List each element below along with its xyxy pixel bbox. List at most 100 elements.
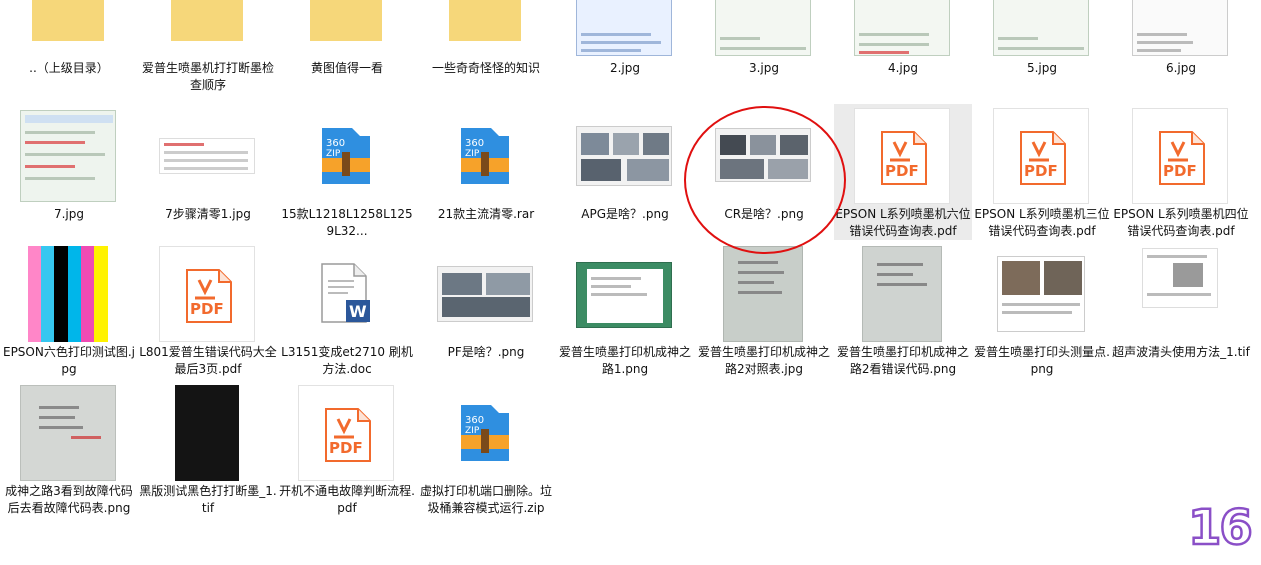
file-item-folder[interactable]: 爱普生喷墨机打打断墨检查顺序 (139, 0, 277, 98)
file-item-image[interactable]: 6.jpg (1112, 0, 1250, 98)
image-thumbnail (20, 108, 116, 204)
file-item-zip[interactable]: 360 ZIP 虚拟打印机端口删除。垃圾桶兼容模式运行.zip (417, 385, 555, 521)
svg-text:ZIP: ZIP (326, 149, 341, 159)
file-item-image[interactable]: 2.jpg (556, 0, 694, 98)
image-thumbnail (576, 0, 672, 58)
file-item-image[interactable]: 爱普生喷墨打印机成神之路1.png (556, 246, 694, 382)
file-item-image[interactable]: EPSON六色打印测试图.jpg (0, 246, 138, 382)
svg-text:ZIP: ZIP (465, 149, 480, 159)
file-item-image[interactable]: 4.jpg (834, 0, 972, 98)
svg-text:360: 360 (465, 415, 484, 426)
file-item-image[interactable]: 超声波清头使用方法_1.tif (1112, 246, 1250, 382)
image-thumbnail (715, 246, 811, 342)
file-label: APG是啥？.png (581, 207, 669, 221)
file-item-pdf-selected[interactable]: PDF EPSON L系列喷墨机六位错误代码查询表.pdf (834, 104, 972, 240)
image-thumbnail (993, 246, 1089, 342)
svg-text:PDF: PDF (1024, 162, 1058, 180)
pdf-icon: PDF (159, 246, 255, 342)
file-label: 黑版测试黑色打打断墨_1.tif (139, 484, 277, 515)
file-grid: ..（上级目录） 爱普生喷墨机打打断墨检查顺序 黄图值得一看 一些奇奇怪怪的知识… (0, 0, 1261, 565)
folder-icon (20, 0, 116, 58)
file-label: L3151变成et2710 刷机方法.doc (281, 345, 413, 376)
file-item-image[interactable]: 黑版测试黑色打打断墨_1.tif (139, 385, 277, 521)
image-thumbnail (576, 246, 672, 342)
image-thumbnail (854, 246, 950, 342)
pdf-icon: PDF (1132, 108, 1228, 204)
image-thumbnail (1132, 0, 1228, 58)
file-item-image[interactable]: 爱普生喷墨打印机成神之路2对照表.jpg (695, 246, 833, 382)
file-label: 爱普生喷墨打印头测量点.png (974, 345, 1110, 376)
color-bars-thumbnail (20, 246, 116, 342)
file-label: PF是啥？.png (447, 345, 525, 359)
file-label: 7.jpg (53, 207, 85, 221)
file-item-folder[interactable]: 黄图值得一看 (278, 0, 416, 98)
file-item-zip[interactable]: 360 ZIP 21款主流清零.rar (417, 108, 555, 244)
image-thumbnail (993, 0, 1089, 58)
file-item-image[interactable]: 7步骤清零1.jpg (139, 108, 277, 244)
file-item-doc[interactable]: W L3151变成et2710 刷机方法.doc (278, 246, 416, 382)
image-thumbnail (576, 108, 672, 204)
file-item-image[interactable]: 7.jpg (0, 108, 138, 244)
file-item-image[interactable]: 5.jpg (973, 0, 1111, 98)
file-item-folder[interactable]: 一些奇奇怪怪的知识 (417, 0, 555, 98)
image-thumbnail (715, 0, 811, 58)
file-item-zip[interactable]: 360 ZIP 15款L1218L1258L1259L32... (278, 108, 416, 244)
file-label: 爱普生喷墨机打打断墨检查顺序 (141, 61, 274, 92)
file-label: 15款L1218L1258L1259L32... (281, 207, 413, 238)
black-image-thumbnail (159, 385, 255, 481)
zip-icon: 360 ZIP (437, 385, 533, 481)
file-label: L801爱普生错误代码大全最后3页.pdf (139, 345, 277, 376)
image-thumbnail (20, 385, 116, 481)
zip-icon: 360 ZIP (437, 108, 533, 204)
file-item-image[interactable]: 成神之路3看到故障代码后去看故障代码表.png (0, 385, 138, 521)
folder-icon (159, 0, 255, 58)
file-label: 爱普生喷墨打印机成神之路2对照表.jpg (697, 345, 830, 376)
file-label: 2.jpg (609, 61, 641, 75)
file-item-pdf[interactable]: PDF L801爱普生错误代码大全最后3页.pdf (139, 246, 277, 382)
word-doc-icon: W (298, 246, 394, 342)
file-label: EPSON六色打印测试图.jpg (2, 345, 135, 376)
file-item-image[interactable]: 爱普生喷墨打印机成神之路2看错误代码.png (834, 246, 972, 382)
file-label: 爱普生喷墨打印机成神之路1.png (558, 345, 691, 376)
file-label: 爱普生喷墨打印机成神之路2看错误代码.png (836, 345, 969, 376)
file-item-image[interactable]: PF是啥？.png (417, 246, 555, 382)
file-label: 4.jpg (887, 61, 919, 75)
file-label: 6.jpg (1165, 61, 1197, 75)
svg-text:W: W (349, 302, 367, 321)
file-label: CR是啥？.png (724, 207, 804, 221)
file-label: 成神之路3看到故障代码后去看故障代码表.png (5, 484, 133, 515)
file-label: ..（上级目录） (29, 61, 109, 75)
pdf-icon: PDF (854, 108, 950, 204)
pdf-icon: PDF (993, 108, 1089, 204)
file-item-pdf[interactable]: PDF EPSON L系列喷墨机三位错误代码查询表.pdf (973, 108, 1111, 244)
svg-text:PDF: PDF (329, 439, 363, 457)
folder-icon (437, 0, 533, 58)
file-label: 21款主流清零.rar (437, 207, 535, 221)
file-label: 5.jpg (1026, 61, 1058, 75)
svg-text:360: 360 (465, 138, 484, 149)
file-label: 7步骤清零1.jpg (165, 207, 251, 221)
zip-icon: 360 ZIP (298, 108, 394, 204)
svg-text:360: 360 (326, 138, 345, 149)
file-item-image[interactable]: 3.jpg (695, 0, 833, 98)
svg-text:PDF: PDF (885, 162, 919, 180)
file-label: 超声波清头使用方法_1.tif (1112, 345, 1250, 359)
file-label: 虚拟打印机端口删除。垃圾桶兼容模式运行.zip (419, 484, 552, 515)
file-label: 黄图值得一看 (310, 61, 383, 75)
svg-text:PDF: PDF (190, 300, 224, 318)
file-item-image[interactable]: CR是啥？.png (695, 108, 833, 244)
file-item-pdf[interactable]: PDF 开机不通电故障判断流程.pdf (278, 385, 416, 521)
file-item-image[interactable]: 爱普生喷墨打印头测量点.png (973, 246, 1111, 382)
page-number: 16 (1187, 499, 1254, 558)
file-label: EPSON L系列喷墨机四位错误代码查询表.pdf (1113, 207, 1249, 238)
folder-icon (298, 0, 394, 58)
file-item-pdf[interactable]: PDF EPSON L系列喷墨机四位错误代码查询表.pdf (1112, 108, 1250, 244)
image-thumbnail (159, 108, 255, 204)
svg-text:ZIP: ZIP (465, 426, 480, 436)
file-label: EPSON L系列喷墨机六位错误代码查询表.pdf (835, 207, 971, 238)
image-thumbnail (1132, 246, 1228, 342)
image-thumbnail (854, 0, 950, 58)
file-item-image[interactable]: APG是啥？.png (556, 108, 694, 244)
image-thumbnail (437, 246, 533, 342)
file-item-parent-dir[interactable]: ..（上级目录） (0, 0, 138, 98)
